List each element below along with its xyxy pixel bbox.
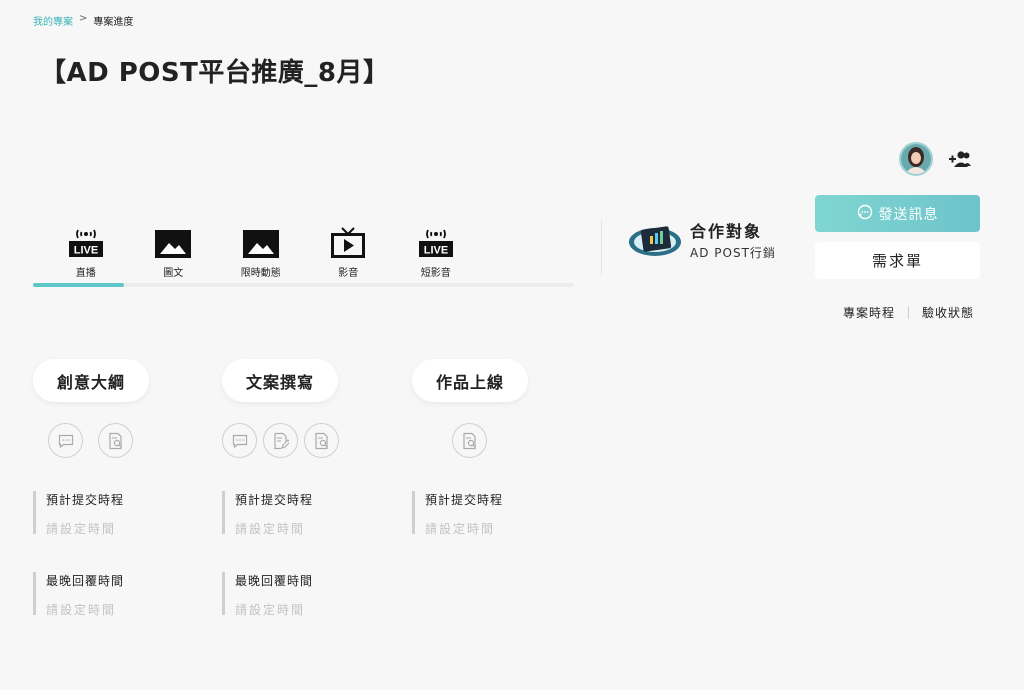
acceptance-status-link[interactable]: 驗收狀態 xyxy=(922,304,974,321)
tab-label: 影音 xyxy=(338,268,359,279)
set-time-input[interactable]: 請設定時間 xyxy=(46,520,124,537)
tab-label: 短影音 xyxy=(420,268,451,279)
project-links: 專案時程 驗收狀態 xyxy=(843,304,974,321)
project-schedule-link[interactable]: 專案時程 xyxy=(843,304,895,321)
tab-label: 圖文 xyxy=(163,268,184,279)
tab-label: 直播 xyxy=(75,268,96,279)
avatar[interactable] xyxy=(899,142,933,176)
stage-creative-outline: 創意大綱 xyxy=(33,359,149,402)
image-icon xyxy=(155,222,192,258)
field-label: 最晚回覆時間 xyxy=(46,574,125,588)
field-label: 預計提交時程 xyxy=(46,493,125,507)
breadcrumb-separator: > xyxy=(79,13,88,24)
tab-label: 限時動態 xyxy=(240,268,281,279)
chat-bubble-icon xyxy=(857,204,873,224)
breadcrumb: 我的專案 > 專案進度 xyxy=(33,13,133,28)
stage-copywriting: 文案撰寫 xyxy=(222,359,338,402)
tab-story[interactable]: 限時動態 xyxy=(217,222,305,279)
live-badge-text: LIVE xyxy=(424,245,448,257)
content-type-tabs: LIVE 直播 圖文 限時動態 影音 LIVE 短影音 xyxy=(42,222,480,279)
field-label: 預計提交時程 xyxy=(235,493,314,507)
set-time-input[interactable]: 請設定時間 xyxy=(235,520,313,537)
field-expected-submission: 預計提交時程 請設定時間 xyxy=(412,491,504,537)
tv-play-icon xyxy=(331,222,366,258)
comment-icon[interactable] xyxy=(48,423,83,458)
set-time-input[interactable]: 請設定時間 xyxy=(235,601,313,618)
partner-name: AD POST行銷 xyxy=(690,246,776,260)
field-latest-reply: 最晚回覆時間 請設定時間 xyxy=(33,572,125,618)
tab-image-post[interactable]: 圖文 xyxy=(130,222,218,279)
breadcrumb-my-projects[interactable]: 我的專案 xyxy=(33,13,73,28)
link-divider xyxy=(908,306,910,319)
add-user-icon[interactable] xyxy=(949,150,971,168)
requirements-button[interactable]: 需求單 xyxy=(815,242,980,279)
field-expected-submission: 預計提交時程 請設定時間 xyxy=(33,491,125,537)
vertical-divider xyxy=(601,220,602,275)
tab-live[interactable]: LIVE 直播 xyxy=(42,222,130,279)
field-latest-reply: 最晚回覆時間 請設定時間 xyxy=(222,572,314,618)
doc-search-icon[interactable] xyxy=(452,423,487,458)
set-time-input[interactable]: 請設定時間 xyxy=(46,601,124,618)
tab-track xyxy=(33,283,574,287)
field-label: 最晚回覆時間 xyxy=(235,574,314,588)
image-icon xyxy=(242,222,279,258)
page-title: 【AD POST平台推廣_8月】 xyxy=(40,58,390,88)
partner-title: 合作對象 xyxy=(690,222,763,241)
field-label: 預計提交時程 xyxy=(425,493,504,507)
set-time-input[interactable]: 請設定時間 xyxy=(425,520,503,537)
tab-active-indicator xyxy=(33,283,124,287)
tab-video[interactable]: 影音 xyxy=(305,222,393,279)
send-message-button[interactable]: 發送訊息 xyxy=(815,195,980,232)
breadcrumb-current: 專案進度 xyxy=(93,17,134,28)
live-icon: LIVE xyxy=(68,222,104,258)
stage-publish: 作品上線 xyxy=(412,359,528,402)
live-badge-text: LIVE xyxy=(74,245,98,257)
partner-logo xyxy=(628,222,682,258)
doc-search-icon[interactable] xyxy=(98,423,133,458)
tab-short-video[interactable]: LIVE 短影音 xyxy=(392,222,480,279)
comment-icon[interactable] xyxy=(222,423,257,458)
doc-edit-icon[interactable] xyxy=(263,423,298,458)
doc-search-icon[interactable] xyxy=(304,423,339,458)
live-icon: LIVE xyxy=(418,222,454,258)
send-message-label: 發送訊息 xyxy=(878,206,939,223)
field-expected-submission: 預計提交時程 請設定時間 xyxy=(222,491,314,537)
partner-info: 合作對象 AD POST行銷 xyxy=(628,218,776,261)
